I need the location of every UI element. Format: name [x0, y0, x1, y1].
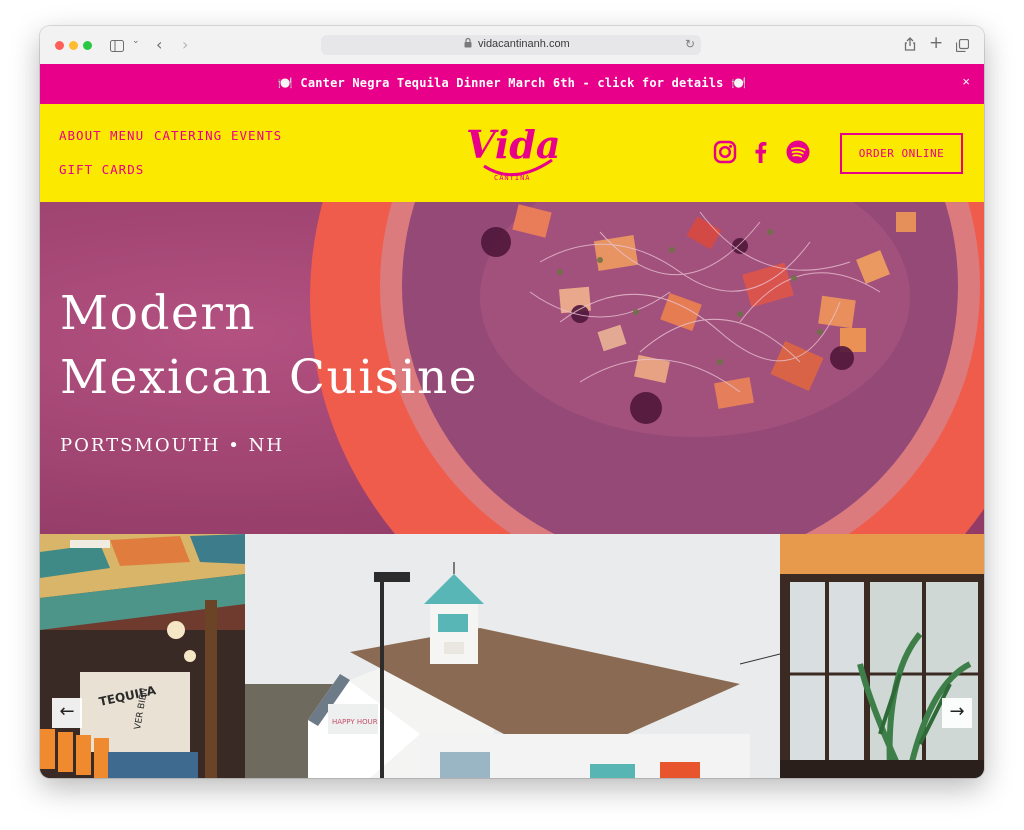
announcement-text[interactable]: 🍽️ Canter Negra Tequila Dinner March 6th… [40, 76, 984, 90]
svg-text:HAPPY HOUR: HAPPY HOUR [332, 718, 378, 726]
site-header: ABOUT MENU CATERING EVENTS GIFT CARDS Vi… [40, 104, 984, 202]
url-text: vidacantinanh.com [478, 38, 570, 50]
close-icon[interactable]: × [962, 74, 970, 89]
forward-arrow-icon[interactable]: › [182, 35, 188, 54]
gallery-slide-interior: TEQUILA VER BIEN [40, 534, 245, 778]
gallery-prev-arrow-icon[interactable]: ← [52, 698, 82, 728]
share-icon[interactable] [904, 36, 916, 55]
minimize-window-button[interactable] [69, 41, 78, 50]
chevron-down-icon[interactable]: ⌄ [132, 36, 140, 46]
gallery-slide-building: HAPPY HOUR [245, 534, 781, 778]
logo-wordmark: Vida [466, 122, 560, 167]
hero-title: Modern Mexican Cuisine [60, 282, 478, 410]
back-arrow-icon[interactable]: ‹ [156, 35, 162, 54]
zoom-window-button[interactable] [83, 41, 92, 50]
nav-events[interactable]: EVENTS [231, 128, 282, 143]
new-tab-plus-icon[interactable]: + [929, 33, 943, 53]
announcement-banner[interactable]: 🍽️ Canter Negra Tequila Dinner March 6th… [40, 64, 984, 104]
nav-catering[interactable]: CATERING [154, 128, 222, 143]
image-gallery: TEQUILA VER BIEN HAPPY HOUR [40, 534, 984, 778]
nav-gift-cards[interactable]: GIFT CARDS [59, 162, 144, 177]
lock-icon [464, 37, 472, 51]
gallery-next-arrow-icon[interactable]: → [942, 698, 972, 728]
logo-subtext: CANTINA [494, 174, 531, 182]
close-window-button[interactable] [55, 41, 64, 50]
nav-menu[interactable]: MENU [110, 128, 144, 143]
order-online-button[interactable]: ORDER ONLINE [840, 133, 963, 174]
facebook-icon[interactable] [749, 140, 773, 164]
nav-about[interactable]: ABOUT [59, 128, 102, 143]
sidebar-icon[interactable] [110, 37, 124, 56]
hero-location: PORTSMOUTH • NH [60, 435, 285, 456]
hero-title-line1: Modern [60, 286, 257, 341]
vida-cantina-logo[interactable]: Vida CANTINA [464, 114, 564, 192]
tabs-overview-icon[interactable] [955, 37, 970, 56]
browser-toolbar: ⌄ ‹ › vidacantinanh.com ↻ + [40, 26, 984, 65]
reload-icon[interactable]: ↻ [685, 37, 695, 51]
spotify-icon[interactable] [786, 140, 810, 164]
gallery-slides: TEQUILA VER BIEN HAPPY HOUR [40, 534, 984, 778]
instagram-icon[interactable] [713, 140, 737, 164]
browser-window: ⌄ ‹ › vidacantinanh.com ↻ + 🍽️ Canter Ne… [40, 26, 984, 778]
hero-title-line2: Mexican Cuisine [60, 350, 479, 405]
gallery-slide-dining [780, 534, 984, 778]
address-bar[interactable]: vidacantinanh.com ↻ [321, 35, 701, 55]
